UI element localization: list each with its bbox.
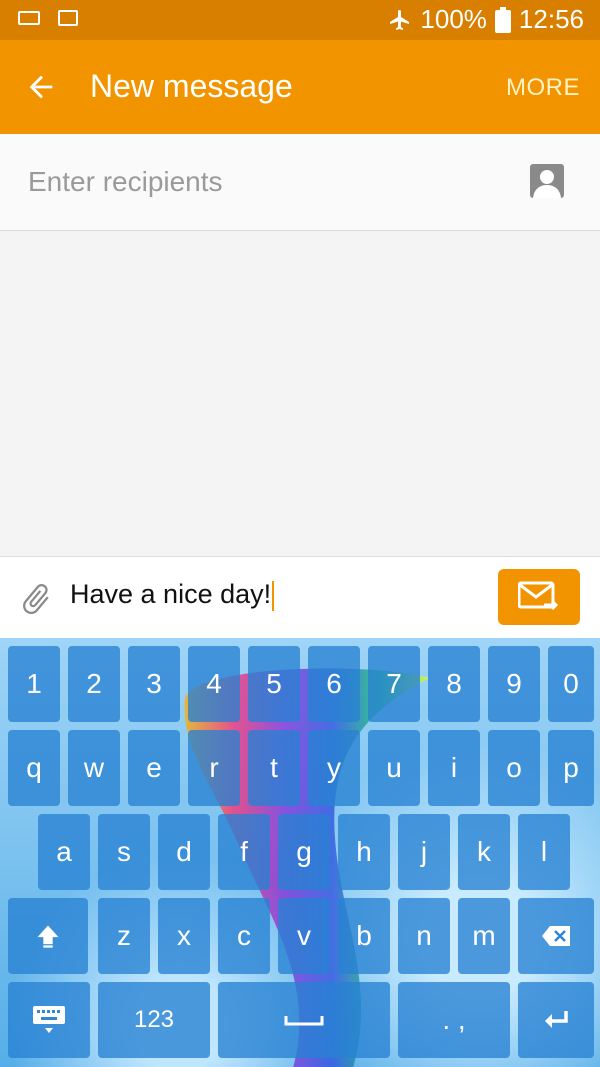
recipients-placeholder: Enter recipients (28, 166, 223, 197)
key-y[interactable]: y (308, 730, 360, 806)
key-p[interactable]: p (548, 730, 594, 806)
space-key[interactable] (218, 982, 390, 1058)
key-a[interactable]: a (38, 814, 90, 890)
attach-icon[interactable] (18, 579, 54, 619)
keyboard-icon (18, 11, 40, 25)
key-b[interactable]: b (338, 898, 390, 974)
status-bar: 100% 12:56 (0, 0, 600, 40)
keyboard: 1 2 3 4 5 6 7 8 9 0 q w e r t y u i o p … (0, 638, 600, 1067)
space-icon (284, 1016, 324, 1026)
back-arrow-icon[interactable] (24, 70, 58, 104)
key-m[interactable]: m (458, 898, 510, 974)
key-6[interactable]: 6 (308, 646, 360, 722)
key-o[interactable]: o (488, 730, 540, 806)
clock: 12:56 (518, 4, 584, 34)
send-button[interactable] (498, 569, 580, 625)
airplane-icon (390, 9, 410, 30)
recipients-field[interactable]: Enter recipients (0, 134, 600, 231)
battery-percent: 100% (420, 4, 487, 34)
image-icon (58, 10, 78, 26)
compose-bar: Have a nice day! (0, 556, 600, 639)
numbers-key[interactable]: 123 (98, 982, 210, 1058)
key-8[interactable]: 8 (428, 646, 480, 722)
message-input[interactable]: Have a nice day! (70, 579, 275, 611)
enter-key[interactable] (518, 982, 594, 1058)
key-h[interactable]: h (338, 814, 390, 890)
key-5[interactable]: 5 (248, 646, 300, 722)
keyboard-settings-key[interactable] (8, 982, 90, 1058)
key-9[interactable]: 9 (488, 646, 540, 722)
key-r[interactable]: r (188, 730, 240, 806)
key-f[interactable]: f (218, 814, 270, 890)
backspace-key[interactable] (518, 898, 594, 974)
key-n[interactable]: n (398, 898, 450, 974)
key-t[interactable]: t (248, 730, 300, 806)
page-title: New message (90, 68, 293, 104)
shift-key[interactable] (8, 898, 88, 974)
key-3[interactable]: 3 (128, 646, 180, 722)
text-cursor (272, 580, 275, 611)
key-q[interactable]: q (8, 730, 60, 806)
shift-icon (37, 925, 59, 948)
send-icon (518, 581, 559, 611)
key-s[interactable]: s (98, 814, 150, 890)
key-0[interactable]: 0 (548, 646, 594, 722)
key-e[interactable]: e (128, 730, 180, 806)
key-l[interactable]: l (518, 814, 570, 890)
contact-icon[interactable] (530, 164, 564, 198)
key-j[interactable]: j (398, 814, 450, 890)
key-x[interactable]: x (158, 898, 210, 974)
key-k[interactable]: k (458, 814, 510, 890)
app-bar: New message MORE (0, 40, 600, 134)
key-z[interactable]: z (98, 898, 150, 974)
conversation-area (0, 231, 600, 556)
more-button[interactable]: MORE (506, 74, 580, 102)
backspace-icon (542, 926, 570, 946)
key-i[interactable]: i (428, 730, 480, 806)
key-w[interactable]: w (68, 730, 120, 806)
key-g[interactable]: g (278, 814, 330, 890)
key-u[interactable]: u (368, 730, 420, 806)
key-c[interactable]: c (218, 898, 270, 974)
punctuation-key[interactable]: . , (398, 982, 510, 1058)
key-4[interactable]: 4 (188, 646, 240, 722)
keyboard-settings-icon (33, 1006, 65, 1033)
enter-icon (545, 1011, 568, 1028)
key-d[interactable]: d (158, 814, 210, 890)
key-7[interactable]: 7 (368, 646, 420, 722)
key-v[interactable]: v (278, 898, 330, 974)
key-1[interactable]: 1 (8, 646, 60, 722)
battery-icon (494, 6, 511, 33)
message-text: Have a nice day! (70, 579, 272, 609)
key-2[interactable]: 2 (68, 646, 120, 722)
